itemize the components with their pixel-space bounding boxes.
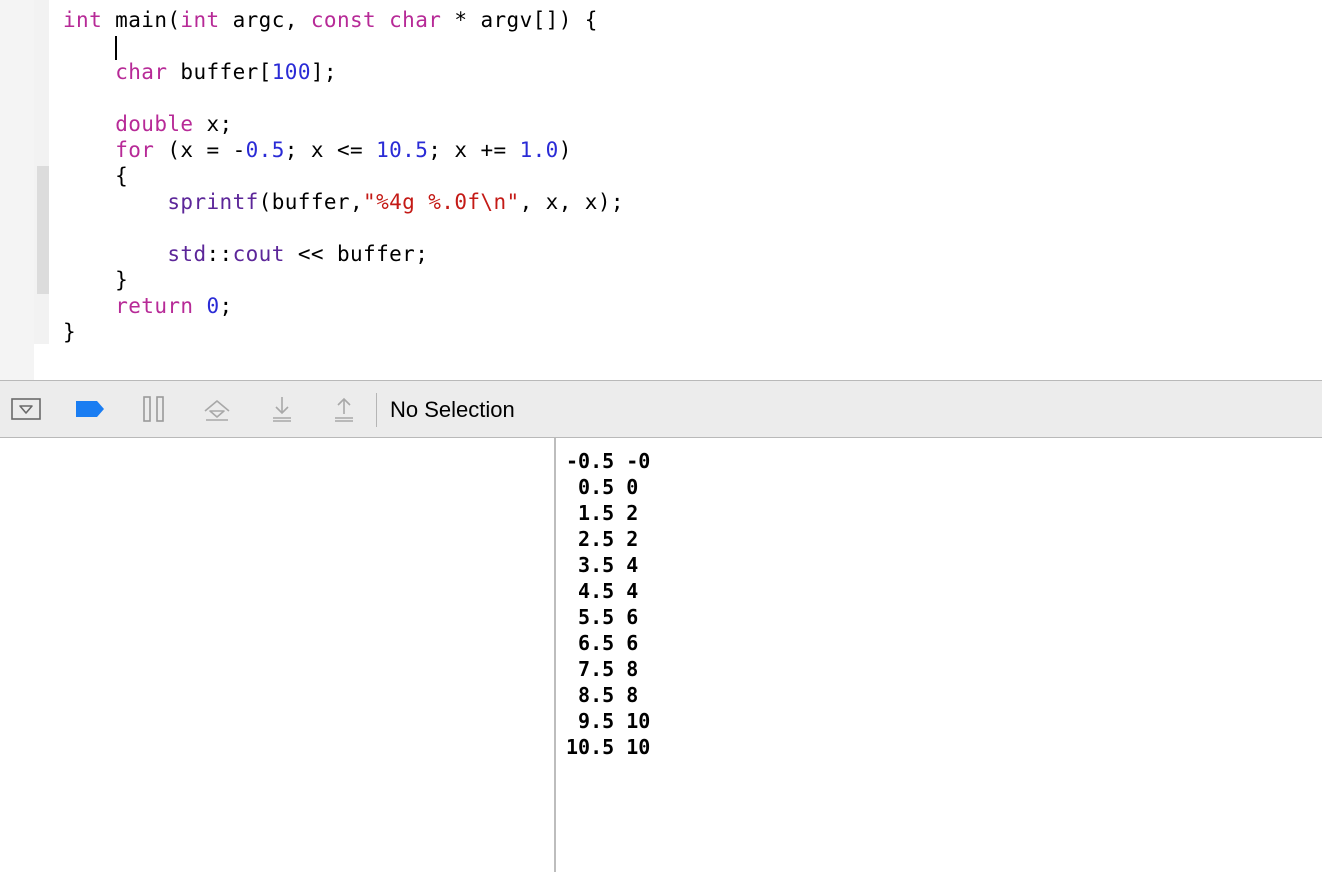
editor-gutter [0,0,34,380]
variables-view[interactable] [0,438,554,872]
code-token: buffer[ [167,60,272,84]
code-token: 1.0 [519,138,559,162]
console-line: 5.5 6 [566,605,639,629]
code-token: for [115,138,155,162]
console-line: 1.5 2 [566,501,639,525]
code-line: char buffer[100]; [63,59,624,85]
step-out-icon [335,397,353,422]
code-token: argc, [219,8,311,32]
step-out-button[interactable] [328,395,360,423]
breakpoints-button[interactable] [72,395,108,423]
code-token: cout [232,242,285,266]
code-token: (x = - [154,138,246,162]
code-token: sprintf [167,190,259,214]
console-view[interactable]: -0.5 -0 0.5 0 1.5 2 2.5 2 3.5 4 4.5 4 5.… [556,438,1322,872]
code-token: { [63,164,129,188]
code-line: return 0; [63,293,624,319]
code-token: ; x <= [284,138,377,162]
code-token: int [180,8,220,32]
source-code[interactable]: int main(int argc, const char * argv[]) … [63,7,624,345]
toolbar-separator [376,393,377,427]
breakpoint-icon [76,401,104,417]
code-token: main( [102,8,181,32]
code-token: char [115,60,168,84]
console-line: -0.5 -0 [566,449,651,473]
step-into-button[interactable] [266,395,298,423]
code-editor[interactable]: int main(int argc, const char * argv[]) … [0,0,1322,380]
code-token: const [310,8,377,32]
toggle-console-button[interactable] [10,395,42,423]
console-line: 10.5 10 [566,735,651,759]
code-token: ; x += [428,138,520,162]
console-line: 4.5 4 [566,579,639,603]
code-token: x; [193,112,233,136]
code-token: } [63,268,129,292]
console-output: -0.5 -0 0.5 0 1.5 2 2.5 2 3.5 4 4.5 4 5.… [566,448,650,760]
code-line: { [63,163,624,189]
code-line: int main(int argc, const char * argv[]) … [63,7,624,33]
code-line: std::cout << buffer; [63,241,624,267]
code-token: 0.5 [245,138,285,162]
hide-debug-area-icon [11,398,41,420]
code-token: char [389,8,442,32]
code-token: 0 [206,294,220,318]
code-token: std [167,242,207,266]
text-cursor [115,36,117,60]
console-line: 0.5 0 [566,475,639,499]
code-token: } [63,320,77,344]
pause-icon [143,396,164,422]
code-token: 10.5 [376,138,429,162]
code-token: ) [558,138,572,162]
code-token: (buffer, [258,190,364,214]
code-line: sprintf(buffer,"%4g %.0f\n", x, x); [63,189,624,215]
code-token: * argv[]) { [441,8,598,32]
console-line: 9.5 10 [566,709,651,733]
code-token: , x, x); [519,190,624,214]
console-line: 3.5 4 [566,553,639,577]
pause-button[interactable] [138,395,170,423]
code-line: } [63,267,624,293]
code-token: << buffer; [284,242,429,266]
console-line: 2.5 2 [566,527,639,551]
code-token: ; [219,294,233,318]
code-token: "%4g %.0f\n" [363,190,520,214]
code-token: 100 [271,60,311,84]
code-line: for (x = -0.5; x <= 10.5; x += 1.0) [63,137,624,163]
stack-frame-label: No Selection [390,397,515,422]
console-line: 6.5 6 [566,631,639,655]
code-line: } [63,319,624,345]
code-token: ]; [310,60,337,84]
debug-bar: No Selection [0,380,1322,438]
code-token: int [63,8,103,32]
code-token: double [115,112,194,136]
code-line: double x; [63,111,624,137]
code-token: return [115,294,194,318]
code-folding-highlight [37,166,49,294]
step-over-button[interactable] [200,395,234,423]
step-into-icon [273,397,291,422]
console-line: 7.5 8 [566,657,639,681]
step-over-icon [204,400,230,421]
console-line: 8.5 8 [566,683,639,707]
code-token: :: [206,242,233,266]
